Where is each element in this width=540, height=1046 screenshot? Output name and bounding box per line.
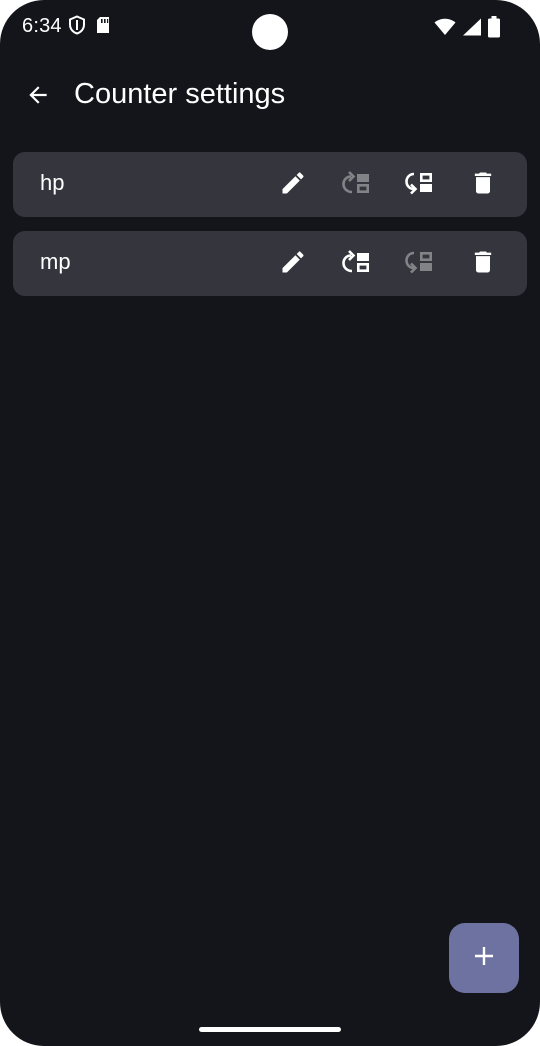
move-up-button[interactable] xyxy=(339,247,373,281)
move-up-icon xyxy=(341,248,371,281)
add-icon xyxy=(472,944,496,973)
edit-icon xyxy=(279,248,307,281)
counter-name: hp xyxy=(40,170,65,195)
edit-counter-button[interactable] xyxy=(276,168,310,202)
gesture-nav-handle[interactable] xyxy=(199,1027,341,1032)
delete-icon xyxy=(469,169,497,202)
delete-counter-button[interactable] xyxy=(466,247,500,281)
status-right-icons xyxy=(434,16,500,43)
counter-row-hp: hp xyxy=(13,152,527,217)
move-up-icon xyxy=(341,169,371,202)
sd-card-icon xyxy=(95,15,111,40)
edit-counter-button[interactable] xyxy=(276,247,310,281)
move-down-button[interactable] xyxy=(402,247,436,281)
page-title: Counter settings xyxy=(74,78,286,110)
status-time: 6:34 xyxy=(22,15,62,37)
counter-row-mp: mp xyxy=(13,231,527,296)
shield-icon xyxy=(68,15,86,40)
move-down-button[interactable] xyxy=(402,168,436,202)
top-app-bar: Counter settings xyxy=(0,66,540,128)
edit-icon xyxy=(279,169,307,202)
counter-name: mp xyxy=(40,249,71,274)
back-button[interactable] xyxy=(16,75,60,119)
move-down-icon xyxy=(404,169,434,202)
camera-cutout xyxy=(252,14,288,50)
delete-counter-button[interactable] xyxy=(466,168,500,202)
phone-screen: 6:34 Counter settings hp mp xyxy=(0,0,540,1046)
battery-icon xyxy=(488,16,500,43)
counter-list: hp mp xyxy=(13,152,527,310)
status-bar: 6:34 xyxy=(0,0,540,56)
cell-signal-icon xyxy=(462,18,482,41)
arrow-back-icon xyxy=(25,82,51,113)
move-up-button[interactable] xyxy=(339,168,373,202)
add-counter-fab[interactable] xyxy=(449,923,519,993)
move-down-icon xyxy=(404,248,434,281)
wifi-icon xyxy=(434,18,456,41)
status-left-icons xyxy=(68,15,111,40)
delete-icon xyxy=(469,248,497,281)
